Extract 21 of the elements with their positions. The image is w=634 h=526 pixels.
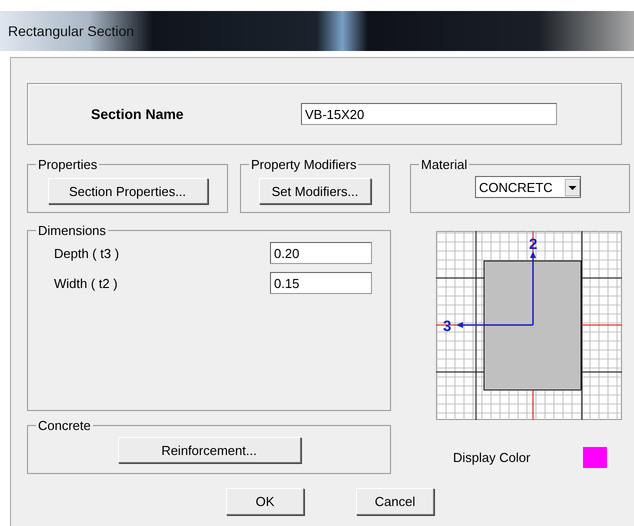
caret-icon	[565, 178, 580, 196]
group-legend: Property Modifiers	[249, 157, 358, 172]
dimension-label: Width ( t2 )	[54, 276, 119, 290]
dimension-field[interactable]: 0.15	[270, 272, 372, 294]
section-properties-button[interactable]: Section Properties...	[48, 178, 208, 204]
dialog-button[interactable]: Cancel	[356, 488, 434, 515]
display-color-label: Display Color	[453, 450, 532, 465]
dimension-field[interactable]: 0.20	[270, 242, 372, 264]
section-name-label: Section Name	[91, 106, 185, 122]
dimension-label: Depth ( t3 )	[54, 246, 120, 260]
set-modifiers-button[interactable]: Set Modifiers...	[259, 178, 371, 204]
section-name-field[interactable]: VB-15X20	[301, 103, 557, 125]
group-legend: Concrete	[36, 418, 93, 433]
group-legend: Material	[419, 157, 470, 172]
group-legend: Dimensions	[36, 223, 108, 238]
group-legend: Properties	[36, 157, 100, 172]
color-swatch[interactable]	[583, 447, 607, 468]
reinforcement-button[interactable]: Reinforcement...	[118, 437, 300, 463]
window-title: Rectangular Section	[8, 23, 134, 39]
dialog-button[interactable]: OK	[226, 488, 304, 515]
material-dropdown[interactable]: CONCRETC	[475, 176, 581, 198]
